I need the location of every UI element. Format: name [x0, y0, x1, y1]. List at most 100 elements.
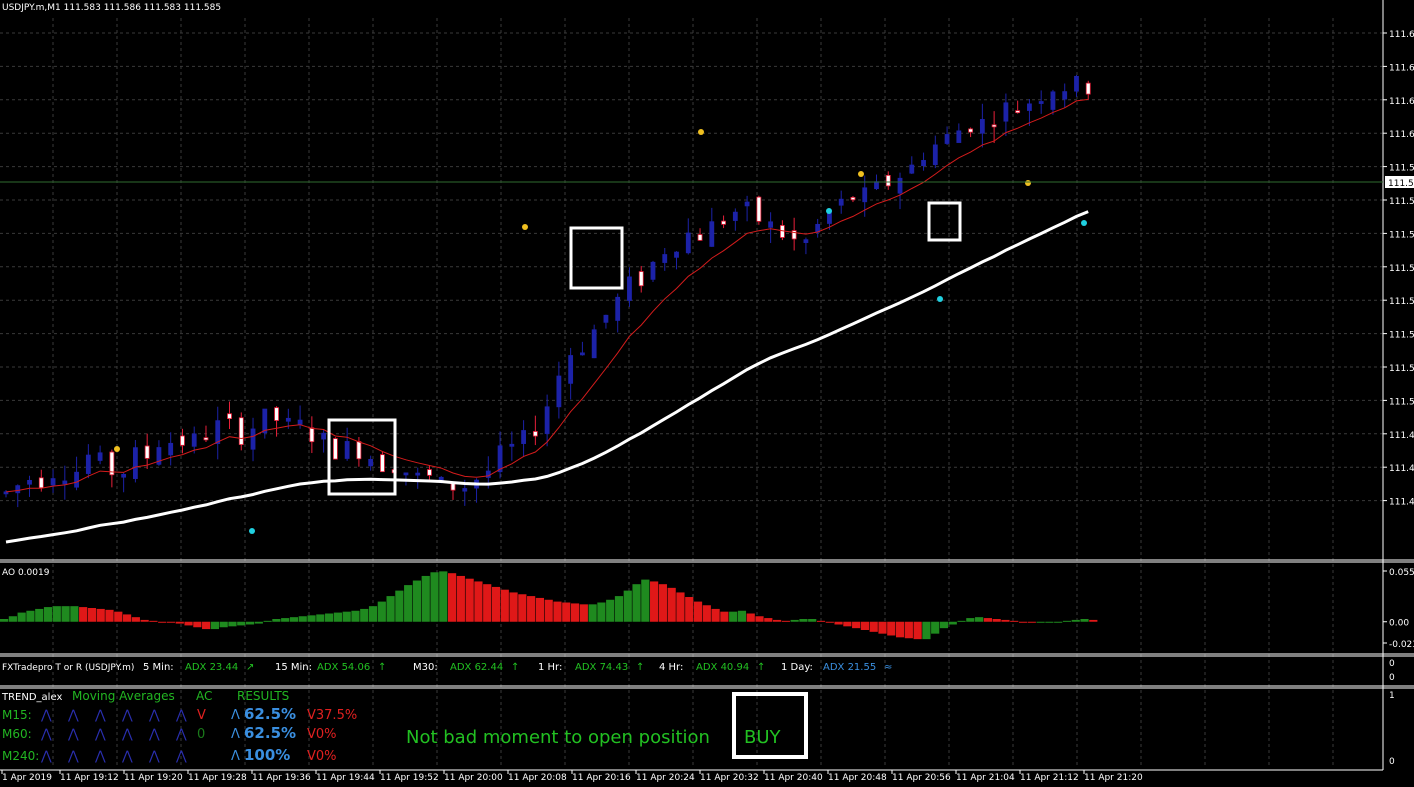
ao-bar-down: [860, 621, 870, 630]
symbol-header: USDJPY.m,M1 111.583 111.586 111.583 111.…: [2, 3, 221, 13]
result-down-percent: V0%: [307, 727, 337, 742]
result-down-percent: V37.5%: [307, 708, 357, 723]
bull-candle: [368, 459, 374, 467]
ao-bar-up: [333, 612, 342, 622]
ao-bar-up: [1045, 621, 1054, 623]
bull-candle: [674, 251, 679, 258]
time-tick-label: 11 Apr 21:20: [1084, 773, 1143, 783]
ao-tick-label: 0.0554: [1389, 568, 1414, 578]
fx-indicator-name: FXTradepro T or R (USDJPY.m): [2, 663, 134, 673]
bull-candle: [1050, 91, 1056, 110]
bear-candle: [203, 437, 209, 441]
ao-bar-down: [175, 621, 184, 624]
bull-candle: [250, 428, 256, 450]
price-tick-label: 111.4: [1389, 464, 1414, 474]
ao-bar-down: [158, 621, 167, 623]
bear-candle: [1015, 110, 1021, 114]
bull-candle: [132, 447, 138, 479]
bull-candle: [732, 211, 738, 221]
time-tick-label: 11 Apr 20:00: [444, 773, 503, 783]
bull-candle: [568, 355, 574, 384]
ao-bar-down: [1018, 621, 1028, 623]
ao-bar-up: [641, 579, 650, 622]
current-price-label: 111.5: [1388, 179, 1414, 189]
ao-bar-down: [1027, 621, 1036, 623]
ao-bar-down: [983, 618, 992, 622]
trend-rows: M15: ⋀ ⋀ ⋀ ⋀ ⋀ ⋀ V Λ 62.5% V37.5% M60: ⋀ ⋀ ⋀ ⋀ ⋀ ⋀ 0 Λ 62.5%…: [2, 705, 357, 764]
ao-bar-up: [43, 607, 53, 622]
fx-timeframe: 1 Day:: [781, 662, 813, 673]
ao-bar-up: [1062, 620, 1072, 622]
ao-bar-down: [553, 601, 562, 622]
ao-bar-down: [184, 621, 193, 626]
ma-up-arrow: ⋀: [148, 708, 160, 723]
result-up-glyph: Λ: [231, 708, 240, 723]
ao-bar-down: [913, 621, 922, 640]
ao-bar-up: [948, 621, 957, 625]
bull-candle: [462, 488, 468, 492]
ao-bar-up: [808, 619, 817, 622]
bull-candle: [544, 406, 550, 434]
ao-bar-up: [52, 606, 61, 622]
ao-bar-down: [96, 608, 105, 622]
bear-candle: [227, 413, 232, 419]
bull-candle: [932, 144, 938, 166]
price-tick-label: 111.5: [1389, 397, 1414, 407]
ao-bar-up: [632, 584, 641, 622]
bull-candle: [1003, 102, 1009, 122]
ma-up-arrow: ⋀: [67, 727, 79, 742]
ao-bar-down: [1010, 620, 1019, 622]
price-plot[interactable]: [3, 74, 1091, 544]
ao-bar-up: [975, 617, 984, 622]
ao-bar-up: [8, 616, 17, 622]
ao-bar-down: [755, 616, 764, 622]
ao-bar-up: [210, 621, 219, 630]
ao-bar-up: [272, 619, 281, 622]
bull-candle: [285, 417, 291, 422]
ma-up-arrow: ⋀: [175, 727, 187, 742]
ao-bar-down: [518, 594, 527, 622]
fx-adx-value: ADX 21.55: [823, 662, 876, 673]
ao-bar-up: [623, 590, 632, 622]
fx-tick-label: 0: [1389, 659, 1395, 669]
ao-bar-down: [711, 608, 720, 622]
time-tick-label: 11 Apr 21:04: [956, 773, 1015, 783]
ao-bar-down: [509, 592, 518, 622]
bear-candle: [38, 477, 44, 489]
ao-bar-up: [325, 613, 334, 622]
ac-signal: 0: [197, 727, 205, 742]
trend-title: TREND_alex: [1, 692, 62, 703]
ao-bar-down: [895, 621, 905, 638]
ao-bar-up: [245, 621, 255, 625]
bull-candle: [344, 441, 350, 459]
bull-candle: [50, 478, 56, 486]
bull-candle: [74, 471, 79, 488]
fx-adx-arrow: ≈: [884, 662, 892, 673]
ao-bar-up: [1080, 619, 1089, 622]
panel-dividers: [0, 0, 1414, 771]
ao-bar-up: [26, 610, 35, 622]
bull-candle: [838, 198, 844, 206]
ao-bar-up: [17, 612, 26, 622]
trend-tick-label: 0: [1389, 757, 1395, 767]
fx-adx-arrow: ↑: [511, 662, 519, 673]
ao-bar-down: [834, 621, 843, 625]
highlight-box: [327, 418, 397, 496]
ao-bar-up: [342, 611, 351, 622]
bull-candle: [768, 221, 774, 228]
ao-bar-up: [70, 606, 79, 622]
ao-bar-down: [544, 599, 553, 622]
time-tick-label: 11 Apr 20:56: [892, 773, 951, 783]
bear-candle: [180, 435, 185, 446]
ma-up-arrow: ⋀: [121, 727, 133, 742]
ao-bar-down: [79, 607, 88, 622]
bull-candle: [1038, 101, 1044, 104]
ac-signal: V: [197, 708, 206, 723]
price-tick-label: 111.5: [1389, 297, 1414, 307]
ao-bar-up: [298, 616, 307, 622]
ao-header: AO 0.0019: [2, 568, 50, 578]
bull-candle: [944, 134, 950, 144]
price-tick-label: 111.5: [1389, 264, 1414, 274]
slow-ma-line: [5, 210, 1089, 544]
bull-candle: [862, 187, 868, 203]
